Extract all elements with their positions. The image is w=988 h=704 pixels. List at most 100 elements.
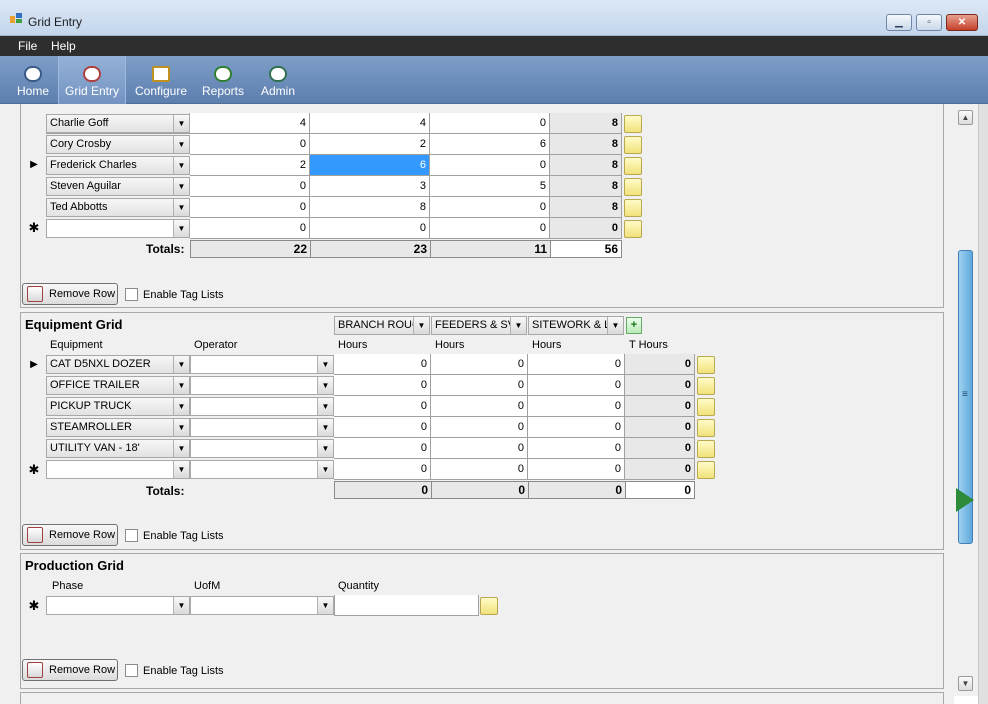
phase-combo[interactable]: ▼	[46, 596, 190, 615]
note-icon[interactable]	[697, 440, 715, 458]
hours-cell[interactable]: 0	[431, 438, 528, 459]
hours-cell[interactable]: 0	[190, 176, 310, 197]
menu-help[interactable]: Help	[51, 39, 76, 53]
column-header[interactable]: Hours	[431, 337, 528, 353]
column-header[interactable]: Operator	[190, 337, 334, 353]
equipment-combo[interactable]: PICKUP TRUCK ▼	[46, 397, 190, 416]
hours-cell[interactable]: 0	[528, 417, 625, 438]
hours-cell[interactable]: 6	[430, 134, 550, 155]
toolbar-home-button[interactable]: Home	[14, 56, 52, 104]
hours-cell[interactable]: 0	[431, 375, 528, 396]
operator-combo[interactable]: ▼	[190, 439, 334, 458]
note-icon[interactable]	[624, 136, 642, 154]
toolbar-reports-button[interactable]: Reports	[200, 56, 246, 104]
hours-cell[interactable]: 0	[334, 354, 431, 375]
hours-cell[interactable]: 0	[334, 438, 431, 459]
hours-cell[interactable]: 0	[430, 155, 550, 176]
equipment-combo[interactable]: UTILITY VAN - 18' ▼	[46, 439, 190, 458]
hours-cell[interactable]: 0	[310, 218, 430, 239]
note-icon[interactable]	[624, 115, 642, 133]
equipment-combo[interactable]: CAT D5NXL DOZER ▼	[46, 355, 190, 374]
minimize-button[interactable]: ▁	[886, 14, 912, 31]
column-header[interactable]: Equipment	[46, 337, 190, 353]
employee-combo[interactable]: Ted Abbotts ▼	[46, 198, 190, 217]
menu-file[interactable]: File	[18, 39, 37, 53]
employee-combo[interactable]: Steven Aguilar ▼	[46, 177, 190, 196]
operator-combo[interactable]: ▼	[190, 418, 334, 437]
enable-tag-lists-checkbox[interactable]: Enable Tag Lists	[125, 288, 224, 302]
remove-row-button[interactable]: Remove Row	[22, 283, 118, 305]
toolbar-grid-entry-button[interactable]: Grid Entry	[58, 56, 126, 104]
note-icon[interactable]	[697, 377, 715, 395]
quantity-cell[interactable]	[334, 595, 479, 616]
hours-cell[interactable]: 2	[310, 134, 430, 155]
note-icon[interactable]	[697, 398, 715, 416]
scroll-down-arrow[interactable]: ▼	[958, 676, 973, 691]
scroll-up-arrow[interactable]: ▲	[958, 110, 973, 125]
note-icon[interactable]	[697, 419, 715, 437]
hours-cell[interactable]: 0	[190, 134, 310, 155]
hours-cell[interactable]: 0	[431, 459, 528, 480]
hours-cell[interactable]: 0	[528, 459, 625, 480]
employee-combo[interactable]: Charlie Goff ▼	[46, 114, 190, 133]
column-header[interactable]: Quantity	[334, 578, 478, 594]
hours-cell[interactable]: 8	[310, 197, 430, 218]
employee-combo[interactable]: Frederick Charles ▼	[46, 156, 190, 175]
hours-cell[interactable]: 0	[430, 113, 550, 134]
column-header[interactable]: T Hours	[625, 337, 695, 353]
hours-cell[interactable]: 5	[430, 176, 550, 197]
hours-cell[interactable]: 0	[430, 197, 550, 218]
note-icon[interactable]	[624, 178, 642, 196]
hours-cell[interactable]: 2	[190, 155, 310, 176]
phase-combo-2[interactable]: FEEDERS & SV ▼	[431, 316, 527, 335]
hours-cell[interactable]: 4	[190, 113, 310, 134]
operator-combo[interactable]: ▼	[190, 460, 334, 479]
hours-cell[interactable]: 0	[528, 396, 625, 417]
hours-cell[interactable]: 4	[310, 113, 430, 134]
equipment-combo[interactable]: ▼	[46, 460, 190, 479]
employee-combo[interactable]: Cory Crosby ▼	[46, 135, 190, 154]
hours-cell[interactable]: 0	[431, 417, 528, 438]
enable-tag-lists-checkbox[interactable]: Enable Tag Lists	[125, 664, 224, 678]
hours-cell[interactable]: 0	[334, 375, 431, 396]
selected-hours-cell[interactable]: 6	[310, 155, 430, 176]
hours-cell[interactable]: 3	[310, 176, 430, 197]
hours-cell[interactable]: 0	[334, 396, 431, 417]
hours-cell[interactable]: 0	[430, 218, 550, 239]
toolbar-configure-button[interactable]: Configure	[132, 56, 190, 104]
note-icon[interactable]	[624, 220, 642, 238]
hours-cell[interactable]: 0	[528, 375, 625, 396]
maximize-button[interactable]: ▫	[916, 14, 942, 31]
note-icon[interactable]	[480, 597, 498, 615]
remove-row-button[interactable]: Remove Row	[22, 524, 118, 546]
note-icon[interactable]	[624, 199, 642, 217]
operator-combo[interactable]: ▼	[190, 397, 334, 416]
operator-combo[interactable]: ▼	[190, 355, 334, 374]
vertical-scrollbar[interactable]: ▲ ≡ ▼	[954, 104, 978, 696]
operator-combo[interactable]: ▼	[190, 376, 334, 395]
hours-cell[interactable]: 0	[528, 438, 625, 459]
note-icon[interactable]	[697, 461, 715, 479]
hours-cell[interactable]: 0	[190, 218, 310, 239]
hours-cell[interactable]: 0	[431, 354, 528, 375]
phase-combo-3[interactable]: SITEWORK & L ▼	[528, 316, 624, 335]
toolbar-admin-button[interactable]: Admin	[256, 56, 300, 104]
equipment-combo[interactable]: OFFICE TRAILER ▼	[46, 376, 190, 395]
column-header[interactable]: UofM	[190, 578, 334, 594]
uofm-combo[interactable]: ▼	[190, 596, 334, 615]
column-header[interactable]: Hours	[334, 337, 431, 353]
equipment-combo[interactable]: STEAMROLLER ▼	[46, 418, 190, 437]
hours-cell[interactable]: 0	[334, 459, 431, 480]
employee-combo[interactable]: ▼	[46, 219, 190, 238]
add-phase-button[interactable]: +	[626, 317, 642, 334]
hours-cell[interactable]: 0	[334, 417, 431, 438]
column-header[interactable]: Phase	[46, 578, 190, 594]
note-icon[interactable]	[624, 157, 642, 175]
enable-tag-lists-checkbox[interactable]: Enable Tag Lists	[125, 529, 224, 543]
note-icon[interactable]	[697, 356, 715, 374]
remove-row-button[interactable]: Remove Row	[22, 659, 118, 681]
phase-combo-1[interactable]: BRANCH ROUC ▼	[334, 316, 430, 335]
hours-cell[interactable]: 0	[190, 197, 310, 218]
hours-cell[interactable]: 0	[528, 354, 625, 375]
close-button[interactable]: ✕	[946, 14, 978, 31]
